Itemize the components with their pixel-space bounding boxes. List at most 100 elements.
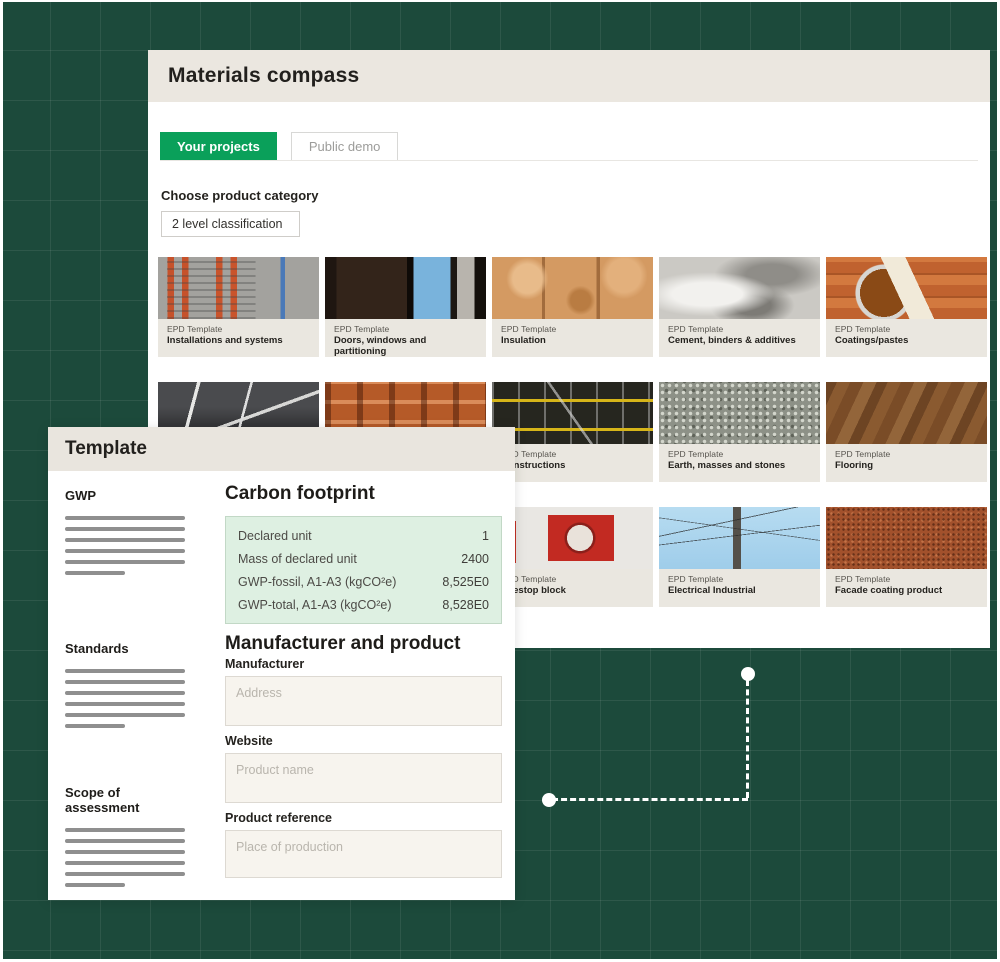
- card-coatings-pastes[interactable]: EPD Template Coatings/pastes: [826, 257, 987, 357]
- epd-template-label: EPD Template: [835, 449, 978, 459]
- epd-template-label: EPD Template: [668, 324, 811, 334]
- placeholder-line: [65, 691, 185, 695]
- gwp-heading: GWP: [65, 488, 195, 503]
- section-standards: Standards: [65, 641, 195, 735]
- placeholder-line: [65, 828, 185, 832]
- table-row: Declared unit 1: [226, 524, 501, 547]
- card-flooring[interactable]: EPD Template Flooring: [826, 382, 987, 482]
- placeholder-line: [65, 702, 185, 706]
- template-card-title: Template: [65, 438, 147, 460]
- row-label: GWP-total, A1-A3 (kgCO²e): [238, 598, 392, 612]
- carbon-footprint-table: Declared unit 1 Mass of declared unit 24…: [225, 516, 502, 624]
- epd-template-label: EPD Template: [501, 449, 644, 459]
- page-title: Materials compass: [168, 64, 359, 88]
- card-installations-and-systems[interactable]: EPD Template Installations and systems: [158, 257, 319, 357]
- tab-bar: Your projects Public demo: [160, 132, 398, 160]
- placeholder-line: [65, 571, 125, 575]
- card-category-label: Insulation: [501, 336, 644, 347]
- card-facade-coating-product[interactable]: EPD Template Facade coating product: [826, 507, 987, 607]
- website-field-label: Website: [225, 734, 273, 748]
- placeholder-line: [65, 549, 185, 553]
- card-category-label: Earth, masses and stones: [668, 461, 811, 472]
- section-gwp: GWP: [65, 488, 195, 582]
- card-doors-windows-partitioning[interactable]: EPD Template Doors, windows and partitio…: [325, 257, 486, 357]
- row-value: 1: [482, 529, 489, 543]
- row-label: Declared unit: [238, 529, 312, 543]
- epd-template-label: EPD Template: [835, 324, 978, 334]
- tab-divider: [160, 160, 978, 161]
- row-label: Mass of declared unit: [238, 552, 357, 566]
- category-label: Choose product category: [161, 188, 318, 203]
- electrical-photo: [659, 507, 820, 569]
- website-input[interactable]: [225, 753, 502, 803]
- placeholder-line: [65, 850, 185, 854]
- placeholder-line: [65, 724, 125, 728]
- epd-template-label: EPD Template: [501, 574, 644, 584]
- scope-heading: Scope of assessment: [65, 785, 195, 815]
- window-header: Materials compass: [148, 50, 990, 102]
- template-card-header: Template: [48, 427, 515, 471]
- manufacturer-input[interactable]: [225, 676, 502, 726]
- table-row: GWP-total, A1-A3 (kgCO²e) 8,528E0: [226, 593, 501, 616]
- gravel-photo: [659, 382, 820, 444]
- template-detail-card: Template GWP Standards Scope of assessme…: [48, 427, 515, 900]
- card-category-label: Cement, binders & additives: [668, 336, 811, 347]
- placeholder-line: [65, 839, 185, 843]
- tab-public-demo[interactable]: Public demo: [291, 132, 399, 160]
- row-value: 8,528E0: [442, 598, 489, 612]
- card-insulation[interactable]: EPD Template Insulation: [492, 257, 653, 357]
- placeholder-line: [65, 538, 185, 542]
- placeholder-line: [65, 516, 185, 520]
- row-value: 2400: [461, 552, 489, 566]
- epd-template-label: EPD Template: [668, 449, 811, 459]
- placeholder-line: [65, 861, 185, 865]
- doors-photo: [325, 257, 486, 319]
- card-firestop-block[interactable]: EPD Template Firestop block: [492, 507, 653, 607]
- epd-template-label: EPD Template: [501, 324, 644, 334]
- card-cement-binders-additives[interactable]: EPD Template Cement, binders & additives: [659, 257, 820, 357]
- section-scope-of-assessment: Scope of assessment: [65, 785, 195, 894]
- placeholder-line: [65, 872, 185, 876]
- product-reference-input[interactable]: [225, 830, 502, 878]
- card-category-label: Flooring: [835, 461, 978, 472]
- facade-photo: [826, 507, 987, 569]
- tab-your-projects[interactable]: Your projects: [160, 132, 277, 160]
- epd-template-label: EPD Template: [334, 324, 477, 334]
- placeholder-line: [65, 527, 185, 531]
- card-category-label: Constructions: [501, 461, 644, 472]
- row-value: 8,525E0: [442, 575, 489, 589]
- category-select[interactable]: 2 level classification: [161, 211, 300, 237]
- standards-heading: Standards: [65, 641, 195, 656]
- connector-dot-start: [542, 793, 556, 807]
- table-row: Mass of declared unit 2400: [226, 547, 501, 570]
- page-background: Materials compass Your projects Public d…: [0, 0, 1000, 962]
- insulation-photo: [492, 257, 653, 319]
- firestop-photo: [492, 507, 653, 569]
- installations-photo: [158, 257, 319, 319]
- card-category-label: Electrical Industrial: [668, 586, 811, 597]
- card-category-label: Firestop block: [501, 586, 644, 597]
- epd-template-label: EPD Template: [167, 324, 310, 334]
- card-earth-masses-stones[interactable]: EPD Template Earth, masses and stones: [659, 382, 820, 482]
- card-category-label: Facade coating product: [835, 586, 978, 597]
- card-category-label: Installations and systems: [167, 336, 310, 347]
- card-electrical-industrial[interactable]: EPD Template Electrical Industrial: [659, 507, 820, 607]
- flooring-photo: [826, 382, 987, 444]
- placeholder-line: [65, 680, 185, 684]
- row-label: GWP-fossil, A1-A3 (kgCO²e): [238, 575, 396, 589]
- connector-line-horizontal: [552, 798, 748, 801]
- epd-template-label: EPD Template: [668, 574, 811, 584]
- table-row: GWP-fossil, A1-A3 (kgCO²e) 8,525E0: [226, 570, 501, 593]
- placeholder-line: [65, 560, 185, 564]
- carbon-footprint-heading: Carbon footprint: [225, 483, 375, 505]
- product-reference-field-label: Product reference: [225, 811, 332, 825]
- coatings-photo: [826, 257, 987, 319]
- connector-dot-end: [741, 667, 755, 681]
- placeholder-line: [65, 669, 185, 673]
- card-category-label: Coatings/pastes: [835, 336, 978, 347]
- manufacturer-product-heading: Manufacturer and product: [225, 633, 460, 655]
- card-category-label: Doors, windows and partitioning: [334, 336, 477, 358]
- placeholder-line: [65, 883, 125, 887]
- placeholder-line: [65, 713, 185, 717]
- card-constructions[interactable]: EPD Template Constructions: [492, 382, 653, 482]
